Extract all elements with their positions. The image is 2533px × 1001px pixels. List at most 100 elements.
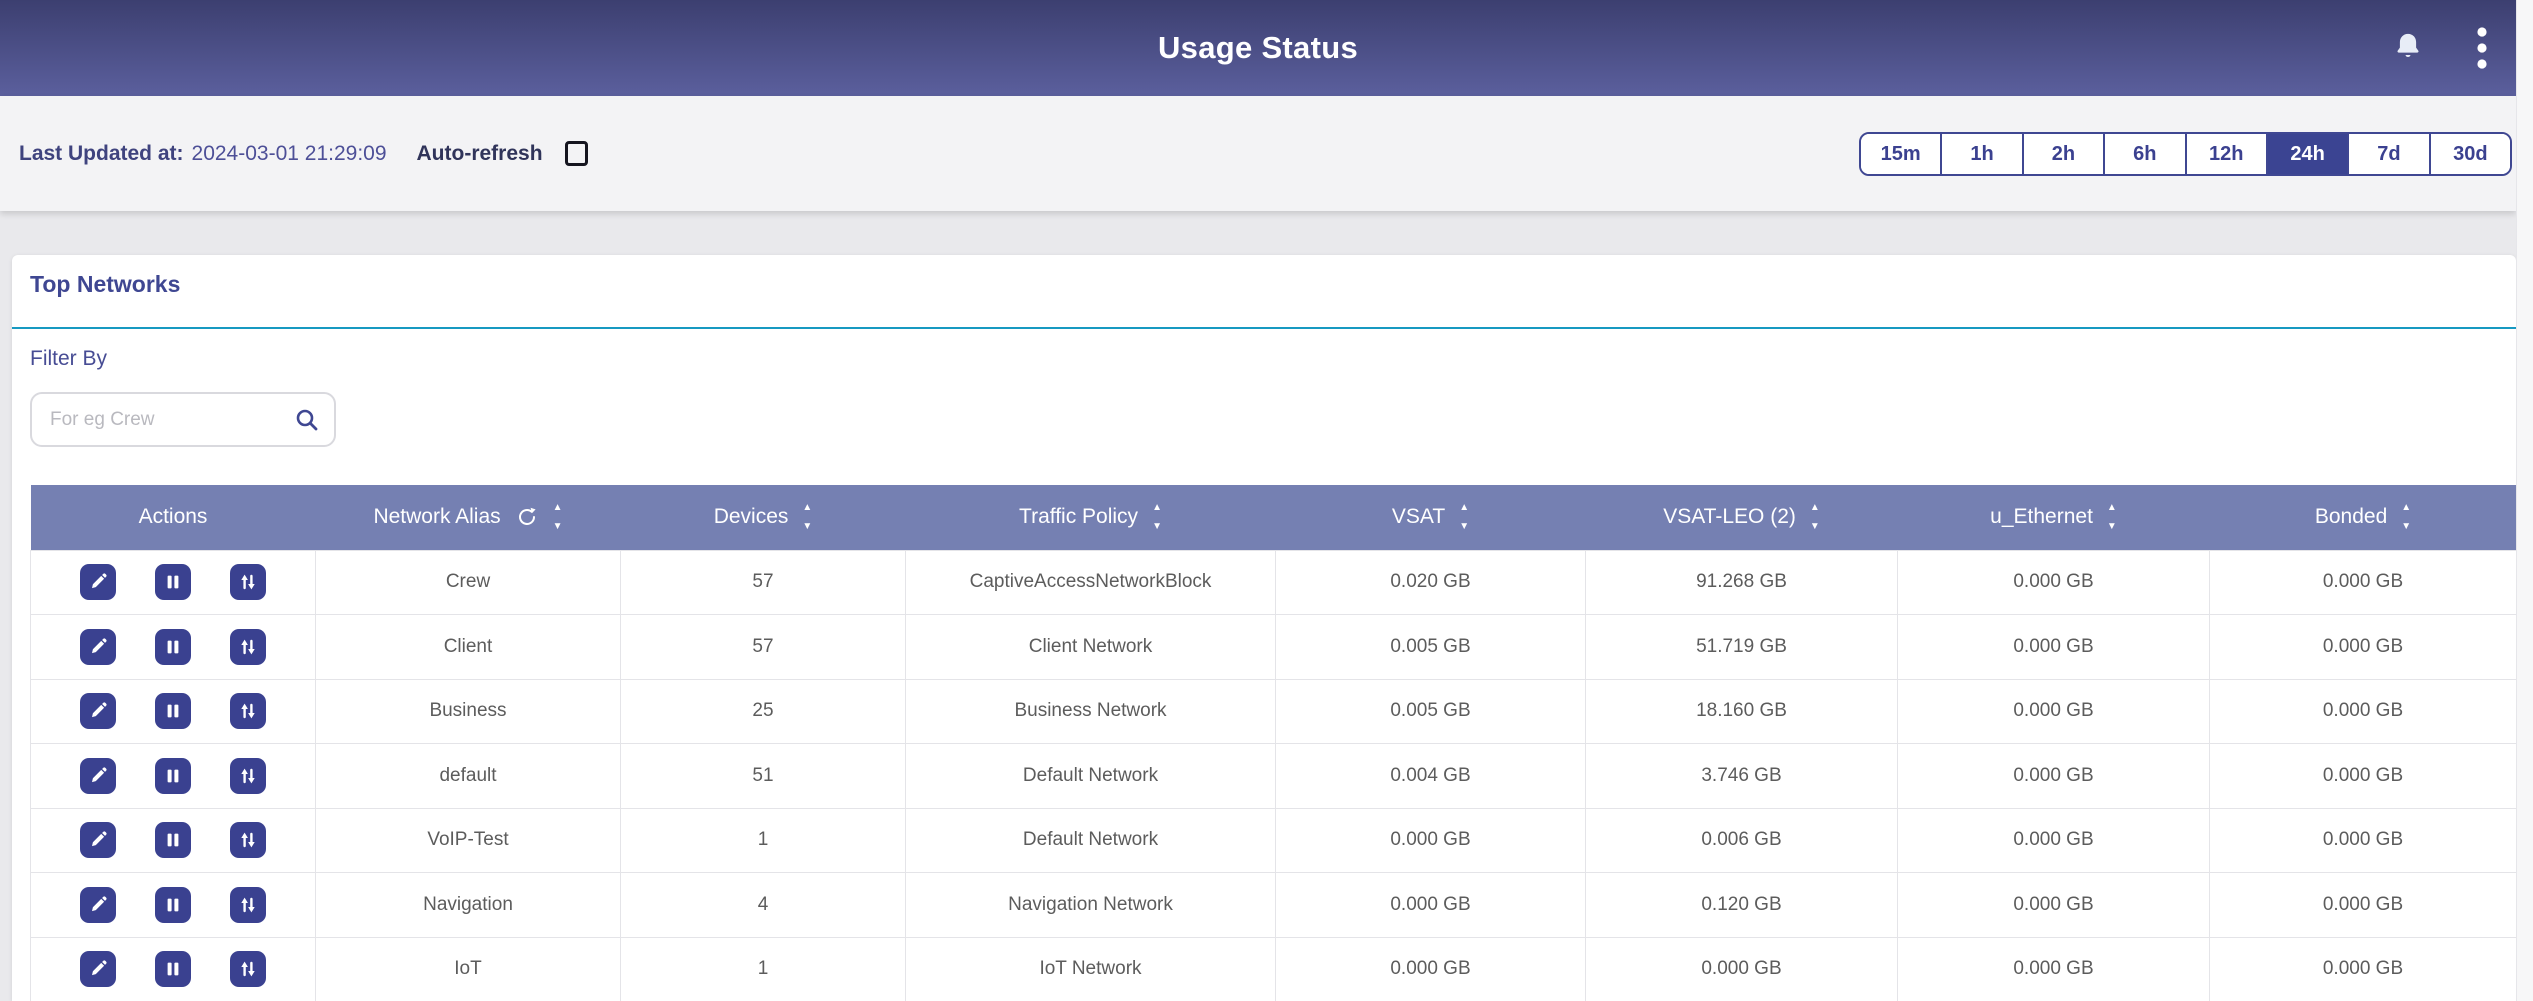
traffic-limit-button[interactable]	[230, 758, 266, 794]
cell-vsat-leo: 0.000 GB	[1586, 937, 1898, 1001]
cell-traffic-policy: Client Network	[906, 615, 1276, 680]
edit-button[interactable]	[80, 822, 116, 858]
traffic-limit-button[interactable]	[230, 564, 266, 600]
time-range-15m[interactable]: 15m	[1861, 134, 1940, 174]
edit-button[interactable]	[80, 758, 116, 794]
traffic-limit-button[interactable]	[230, 951, 266, 987]
col-header-label: Bonded	[2315, 505, 2387, 529]
cell-actions	[31, 550, 316, 615]
table-body: Crew57CaptiveAccessNetworkBlock0.020 GB9…	[31, 550, 2517, 1001]
traffic-limit-button[interactable]	[230, 887, 266, 923]
last-updated-value: 2024-03-01 21:29:09	[192, 142, 387, 166]
cell-network-alias: Client	[316, 615, 621, 680]
pause-button[interactable]	[155, 951, 191, 987]
cell-network-alias: VoIP-Test	[316, 808, 621, 873]
pause-icon	[163, 830, 183, 850]
filter-search-input[interactable]	[50, 409, 294, 431]
time-range-24h[interactable]: 24h	[2266, 134, 2347, 174]
edit-button[interactable]	[80, 564, 116, 600]
pause-button[interactable]	[155, 629, 191, 665]
pause-button[interactable]	[155, 693, 191, 729]
traffic-limit-button[interactable]	[230, 822, 266, 858]
sort-arrows-icon: ▲▼	[553, 503, 563, 532]
cell-actions	[31, 937, 316, 1001]
table-row: Navigation4Navigation Network0.000 GB0.1…	[31, 873, 2517, 938]
time-range-6h[interactable]: 6h	[2103, 134, 2184, 174]
pencil-icon	[88, 959, 108, 979]
cell-u-ethernet: 0.000 GB	[1898, 615, 2210, 680]
cell-vsat-leo: 18.160 GB	[1586, 679, 1898, 744]
cell-bonded: 0.000 GB	[2210, 808, 2517, 873]
cell-u-ethernet: 0.000 GB	[1898, 679, 2210, 744]
filter-search-box	[30, 392, 336, 447]
edit-button[interactable]	[80, 693, 116, 729]
edit-button[interactable]	[80, 629, 116, 665]
pause-button[interactable]	[155, 758, 191, 794]
sort-arrows-icon: ▲▼	[2107, 503, 2117, 532]
cell-traffic-policy: Default Network	[906, 808, 1276, 873]
cell-devices: 57	[621, 615, 906, 680]
cell-traffic-policy: Business Network	[906, 679, 1276, 744]
time-range-group: 15m1h2h6h12h24h7d30d	[1859, 132, 2512, 176]
refresh-toolbar: Last Updated at: 2024-03-01 21:29:09 Aut…	[0, 96, 2516, 211]
col-header-traffic-policy[interactable]: Traffic Policy▲▼	[906, 485, 1276, 550]
pencil-icon	[88, 766, 108, 786]
cell-bonded: 0.000 GB	[2210, 873, 2517, 938]
cell-actions	[31, 744, 316, 809]
pause-button[interactable]	[155, 564, 191, 600]
cell-devices: 1	[621, 937, 906, 1001]
pause-button[interactable]	[155, 887, 191, 923]
usage-status-page: Usage Status Last Updated at: 2024-03-01…	[0, 0, 2533, 1001]
bell-icon[interactable]	[2392, 31, 2424, 65]
panel-divider	[12, 327, 2516, 329]
up-down-arrows-icon	[238, 637, 258, 657]
pencil-icon	[88, 572, 108, 592]
col-header-label: VSAT	[1392, 505, 1445, 529]
traffic-limit-button[interactable]	[230, 693, 266, 729]
table-row: IoT1IoT Network0.000 GB0.000 GB0.000 GB0…	[31, 937, 2517, 1001]
top-networks-card: Top Networks Filter By ActionsNetwork Al…	[12, 255, 2516, 1001]
pause-icon	[163, 766, 183, 786]
cell-network-alias: IoT	[316, 937, 621, 1001]
cell-network-alias: Crew	[316, 550, 621, 615]
cell-traffic-policy: Navigation Network	[906, 873, 1276, 938]
col-header-label: u_Ethernet	[1990, 505, 2093, 529]
edit-button[interactable]	[80, 951, 116, 987]
col-header-vsat[interactable]: VSAT ▲▼	[1276, 485, 1586, 550]
time-range-1h[interactable]: 1h	[1940, 134, 2021, 174]
time-range-30d[interactable]: 30d	[2429, 134, 2510, 174]
vertical-scrollbar[interactable]	[2516, 0, 2533, 1001]
cell-actions	[31, 873, 316, 938]
time-range-2h[interactable]: 2h	[2022, 134, 2103, 174]
pause-button[interactable]	[155, 822, 191, 858]
col-header-u-ethernet[interactable]: u_Ethernet ▲▼	[1898, 485, 2210, 550]
col-header-network-alias[interactable]: Network Alias▲▼	[316, 485, 621, 550]
magnifier-icon[interactable]	[294, 407, 320, 433]
top-networks-table: ActionsNetwork Alias▲▼Devices▲▼Traffic P…	[30, 485, 2516, 1001]
edit-button[interactable]	[80, 887, 116, 923]
traffic-limit-button[interactable]	[230, 629, 266, 665]
cell-devices: 25	[621, 679, 906, 744]
time-range-7d[interactable]: 7d	[2347, 134, 2428, 174]
cell-bonded: 0.000 GB	[2210, 679, 2517, 744]
filter-by-label: Filter By	[30, 347, 107, 371]
cell-devices: 1	[621, 808, 906, 873]
cell-devices: 57	[621, 550, 906, 615]
cell-vsat-leo: 0.006 GB	[1586, 808, 1898, 873]
refresh-icon[interactable]	[515, 505, 539, 529]
col-header-devices[interactable]: Devices▲▼	[621, 485, 906, 550]
cell-vsat: 0.005 GB	[1276, 679, 1586, 744]
auto-refresh-label: Auto-refresh	[417, 142, 543, 166]
time-range-12h[interactable]: 12h	[2185, 134, 2266, 174]
cell-vsat-leo: 51.719 GB	[1586, 615, 1898, 680]
auto-refresh-checkbox[interactable]	[565, 141, 588, 166]
cell-vsat: 0.020 GB	[1276, 550, 1586, 615]
col-header-vsat-leo-2[interactable]: VSAT-LEO (2)▲▼	[1586, 485, 1898, 550]
cell-actions	[31, 808, 316, 873]
col-header-bonded[interactable]: Bonded▲▼	[2210, 485, 2517, 550]
up-down-arrows-icon	[238, 766, 258, 786]
cell-u-ethernet: 0.000 GB	[1898, 937, 2210, 1001]
kebab-menu-icon[interactable]	[2476, 26, 2488, 70]
sort-arrows-icon: ▲▼	[1459, 503, 1469, 532]
col-header-label: Traffic Policy	[1019, 505, 1138, 529]
